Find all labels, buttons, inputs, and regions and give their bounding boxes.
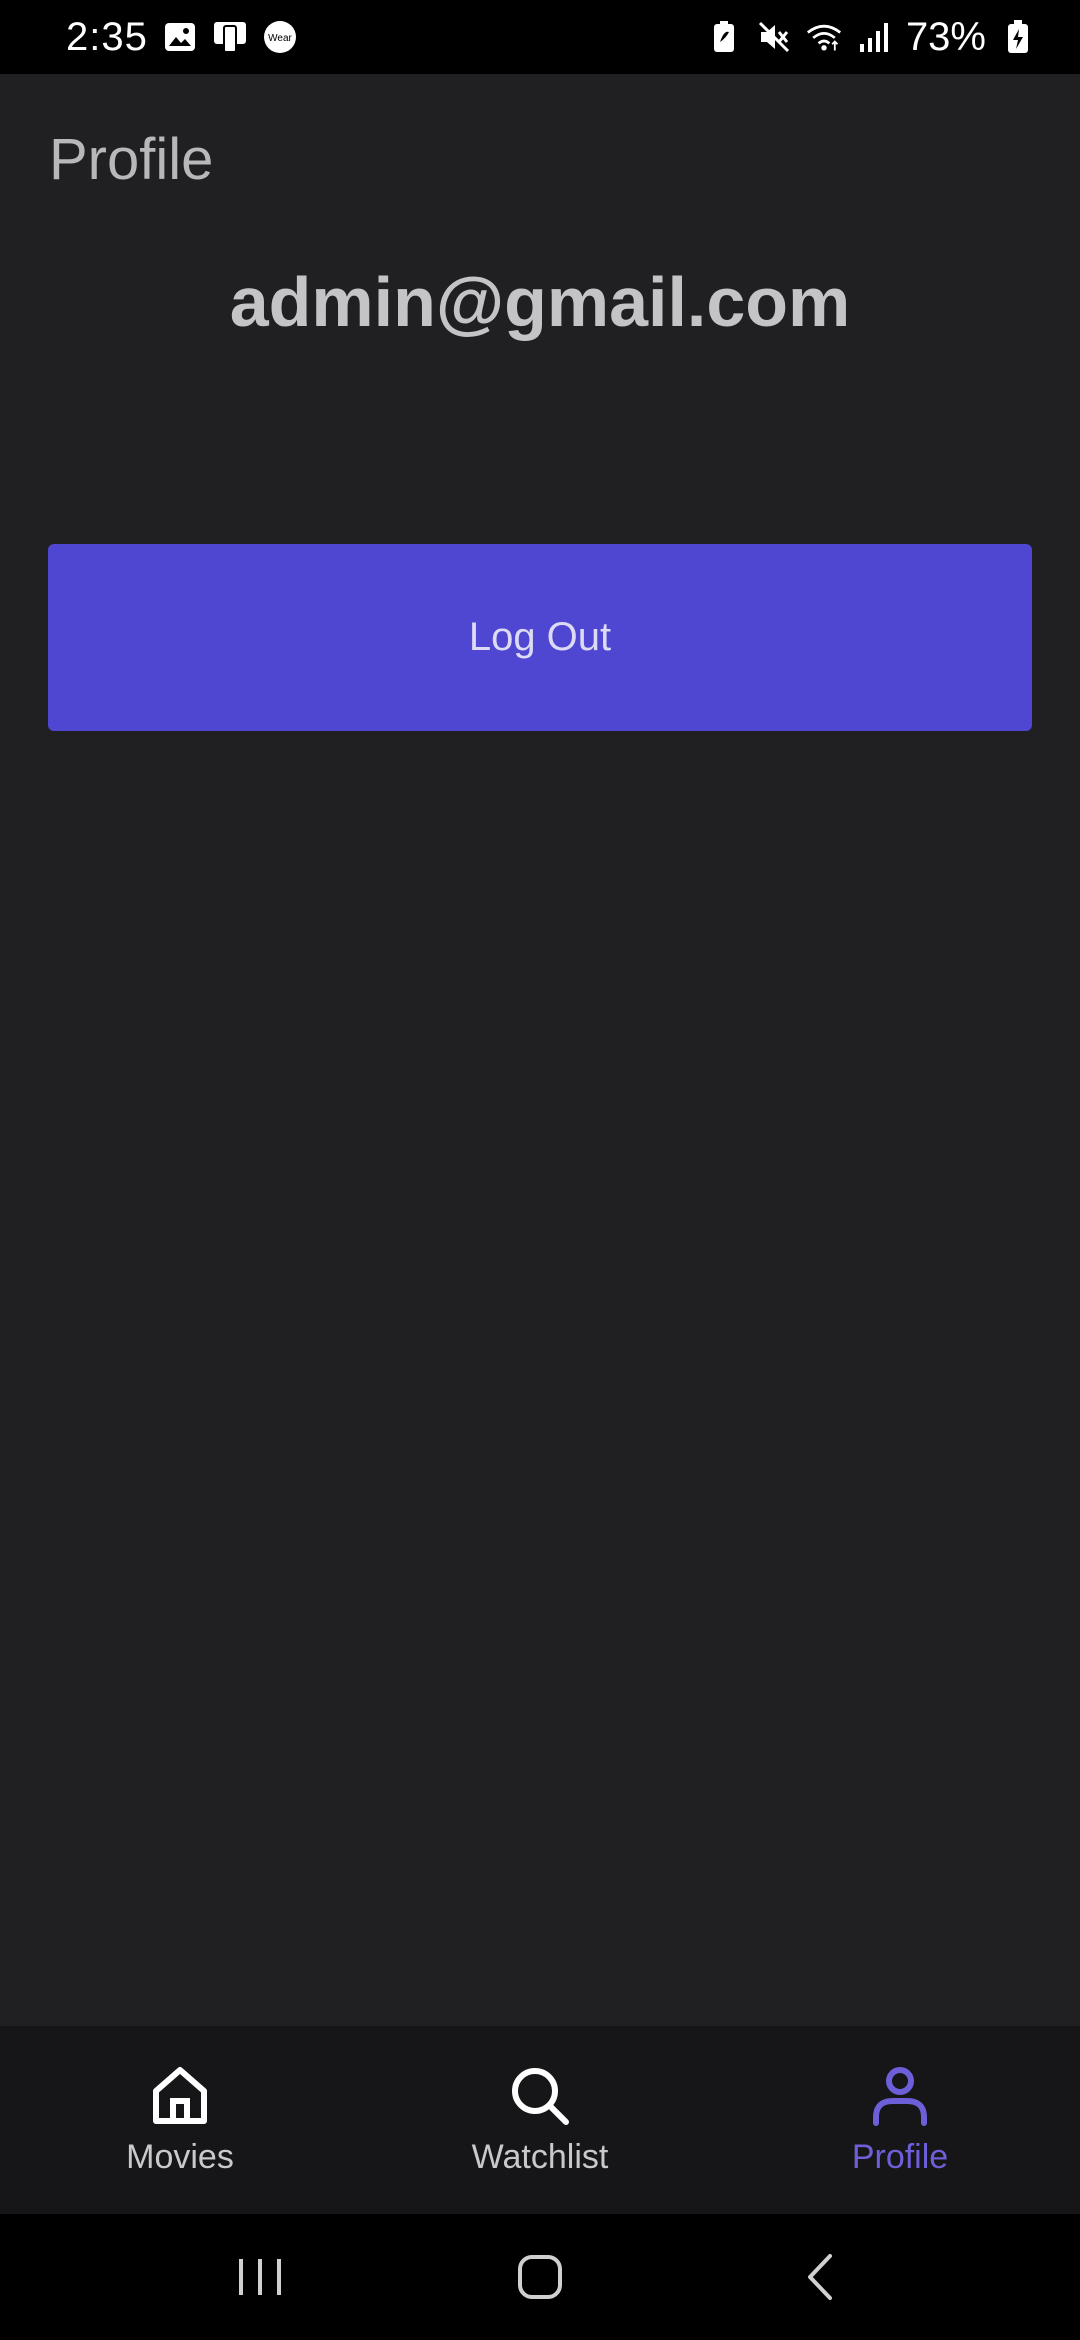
cast-icon <box>212 19 248 55</box>
bottom-nav: Movies Watchlist Profile <box>0 2026 1080 2214</box>
nav-label-profile: Profile <box>851 2137 949 2176</box>
recents-button[interactable] <box>220 2237 300 2317</box>
page-title: Profile <box>49 127 214 192</box>
home-icon <box>148 2064 212 2128</box>
user-email: admin@gmail.com <box>229 263 851 341</box>
nav-label-watchlist: Watchlist <box>471 2137 609 2176</box>
signal-icon <box>856 19 892 55</box>
nav-item-profile[interactable]: Profile <box>720 2026 1080 2214</box>
svg-text:Wear: Wear <box>268 33 292 44</box>
battery-percent: 73% <box>905 14 986 59</box>
wear-icon: Wear <box>262 19 298 55</box>
search-icon <box>508 2064 572 2128</box>
back-chevron-icon <box>808 2254 832 2300</box>
person-icon <box>868 2064 932 2128</box>
battery-saver-icon <box>706 19 742 55</box>
mute-icon <box>756 19 792 55</box>
home-button[interactable] <box>500 2237 580 2317</box>
back-button[interactable] <box>780 2237 860 2317</box>
gallery-icon <box>162 19 198 55</box>
status-time: 2:35 <box>66 14 148 59</box>
status-left: 2:35 Wear <box>66 15 298 60</box>
profile-screen: 2:35 Wear 73% Profile admin@gmail.com Lo… <box>0 0 1080 2340</box>
nav-item-movies[interactable]: Movies <box>0 2026 360 2214</box>
logout-button[interactable]: Log Out <box>48 544 1032 731</box>
logout-button-label: Log Out <box>468 615 612 659</box>
status-right: 73% <box>706 15 1036 60</box>
recents-icon <box>239 2259 281 2295</box>
nav-label-movies: Movies <box>126 2137 234 2176</box>
battery-icon <box>1000 19 1036 55</box>
system-nav-bar <box>0 2214 1080 2340</box>
home-circle-icon <box>518 2255 562 2299</box>
nav-item-watchlist[interactable]: Watchlist <box>360 2026 720 2214</box>
wifi-icon <box>806 19 842 55</box>
status-bar: 2:35 Wear 73% <box>0 0 1080 74</box>
